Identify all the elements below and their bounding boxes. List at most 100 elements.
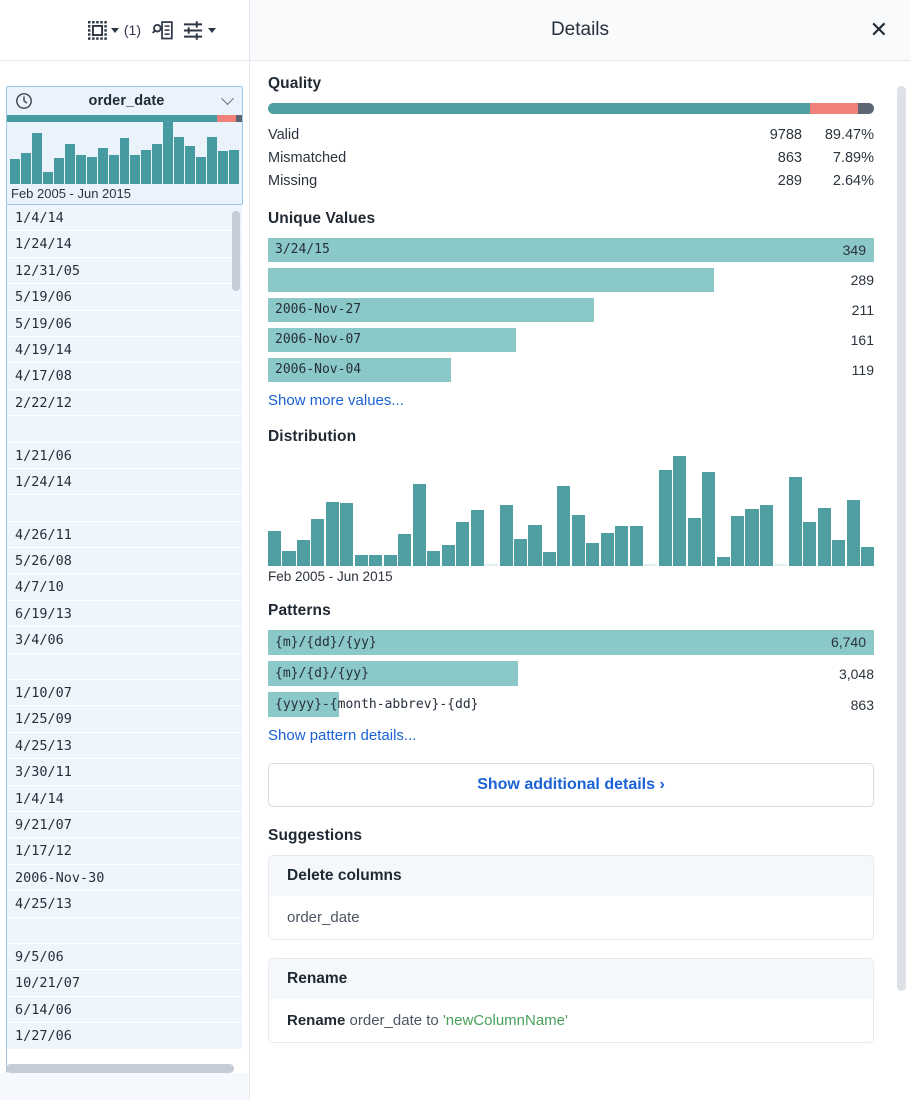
distribution-bar xyxy=(861,547,875,566)
values-horizontal-scrollbar[interactable] xyxy=(6,1064,243,1073)
selection-tool-group[interactable]: (1) xyxy=(87,20,141,40)
dashed-square-select-icon[interactable] xyxy=(87,20,107,40)
unique-value-label: 2006-Nov-27 xyxy=(275,302,362,317)
unique-value-row[interactable]: 2006-Nov-27 211 xyxy=(268,298,874,322)
quality-row-count: 863 xyxy=(777,149,802,166)
distribution-bar xyxy=(383,555,397,566)
details-vertical-scrollbar[interactable] xyxy=(897,86,906,991)
list-item[interactable] xyxy=(7,917,242,944)
show-pattern-details-link[interactable]: Show pattern details... xyxy=(268,727,416,744)
distribution-bar xyxy=(586,542,600,566)
distribution-bar xyxy=(499,505,513,566)
distribution-chart xyxy=(268,456,875,566)
distribution-bar xyxy=(268,530,282,566)
list-item[interactable]: 3/4/06 xyxy=(7,627,242,654)
list-item[interactable]: 2006-Nov-30 xyxy=(7,864,242,892)
list-item[interactable]: 3/30/11 xyxy=(7,759,242,786)
list-item[interactable]: 4/17/08 xyxy=(7,363,242,390)
quality-row-percent: 7.89% xyxy=(832,149,874,166)
suggestion-card-body[interactable]: order_date xyxy=(269,896,873,939)
list-item[interactable]: 1/27/06 xyxy=(7,1023,242,1050)
list-item[interactable]: 4/7/10 xyxy=(7,574,242,601)
pattern-row[interactable]: {m}/{d}/{yy} 3,048 xyxy=(268,661,874,686)
list-item[interactable]: 1/4/14 xyxy=(7,205,242,232)
quality-row-percent: 89.47% xyxy=(824,126,874,143)
list-item[interactable]: 9/5/06 xyxy=(7,943,242,971)
close-icon[interactable]: ✕ xyxy=(870,19,888,41)
quality-bar-segment xyxy=(810,103,858,114)
list-item[interactable]: 5/26/08 xyxy=(7,548,242,575)
suggestion-card-body[interactable]: Rename order_date to 'newColumnName' xyxy=(269,999,873,1042)
distribution-bar xyxy=(759,505,774,566)
unique-value-row[interactable]: 289 xyxy=(268,268,874,292)
list-item[interactable]: 6/19/13 xyxy=(7,600,242,628)
pattern-bar-wrap: {m}/{d}/{yy} xyxy=(268,661,820,686)
list-item[interactable]: 5/19/06 xyxy=(7,284,242,311)
list-item[interactable]: 1/4/14 xyxy=(7,785,242,812)
show-more-values-link[interactable]: Show more values... xyxy=(268,392,404,409)
quality-row-label: Missing xyxy=(268,172,318,189)
histogram-bar xyxy=(119,138,130,184)
list-item[interactable]: 4/25/13 xyxy=(7,891,242,918)
sliders-settings-icon[interactable] xyxy=(183,20,204,41)
chevron-down-icon[interactable] xyxy=(208,27,216,33)
unique-value-bar-wrap: 3/24/15 349 xyxy=(268,238,874,262)
distribution-bar xyxy=(296,540,311,566)
list-item[interactable]: 1/10/07 xyxy=(7,680,242,707)
histogram-bar xyxy=(10,159,20,184)
list-item[interactable]: 12/31/05 xyxy=(7,257,242,285)
list-item[interactable]: 1/25/09 xyxy=(7,706,242,733)
histogram-bar xyxy=(20,152,31,184)
list-item[interactable]: 5/19/06 xyxy=(7,310,242,337)
unique-value-count: 211 xyxy=(851,302,874,318)
column-range-label: Feb 2005 - Jun 2015 xyxy=(11,186,131,201)
scrollbar-thumb[interactable] xyxy=(6,1064,234,1073)
quality-bar-segment xyxy=(858,103,874,114)
distribution-bar xyxy=(528,525,542,566)
histogram-bar xyxy=(229,150,240,184)
chevron-down-icon[interactable] xyxy=(218,91,236,106)
list-item[interactable]: 2/22/12 xyxy=(7,389,242,417)
pattern-bar-wrap: {yyyy}-{month-abbrev}-{dd} xyxy=(268,692,820,717)
list-item[interactable] xyxy=(7,653,242,681)
distribution-bar xyxy=(832,540,846,566)
chevron-down-icon[interactable] xyxy=(110,27,119,33)
distribution-bar xyxy=(557,486,571,566)
unique-value-row[interactable]: 3/24/15 349 xyxy=(268,238,874,262)
suggestion-card[interactable]: Rename Rename order_date to 'newColumnNam… xyxy=(268,958,874,1043)
list-item[interactable]: 4/26/11 xyxy=(7,521,242,549)
column-header[interactable]: order_date xyxy=(7,87,242,115)
histogram-bar xyxy=(64,143,75,184)
page-title: Details xyxy=(550,19,610,40)
list-item[interactable]: 1/24/14 xyxy=(7,468,242,496)
suggestion-card[interactable]: Delete columns order_date xyxy=(268,855,874,940)
histogram-bar xyxy=(86,156,97,184)
list-item[interactable]: 4/25/13 xyxy=(7,732,242,760)
unique-value-bar-wrap xyxy=(268,268,828,292)
unique-value-row[interactable]: 2006-Nov-07 161 xyxy=(268,328,874,352)
left-pane-footer xyxy=(0,1073,249,1100)
list-item[interactable]: 1/17/12 xyxy=(7,838,242,865)
list-item[interactable]: 4/19/14 xyxy=(7,336,242,364)
show-additional-details-button[interactable]: Show additional details › xyxy=(268,763,874,807)
suggestions-heading: Suggestions xyxy=(268,827,363,844)
unique-value-row[interactable]: 2006-Nov-04 119 xyxy=(268,358,874,382)
pattern-row[interactable]: {m}/{dd}/{yy} 6,740 xyxy=(268,630,874,655)
list-item[interactable] xyxy=(7,416,242,443)
distribution-bar xyxy=(788,477,802,566)
list-item[interactable]: 1/24/14 xyxy=(7,231,242,258)
list-item[interactable] xyxy=(7,495,242,522)
quality-segment-mismatched xyxy=(217,115,236,122)
find-in-table-icon[interactable] xyxy=(152,20,173,41)
list-item[interactable]: 9/21/07 xyxy=(7,811,242,839)
list-item[interactable]: 1/21/06 xyxy=(7,442,242,469)
list-item[interactable]: 10/21/07 xyxy=(7,970,242,997)
pattern-row[interactable]: {yyyy}-{month-abbrev}-{dd} 863 xyxy=(268,692,874,717)
details-body: Quality Valid 9788 89.47% Mismatched 863 7.89… xyxy=(250,61,910,1100)
list-item[interactable]: 6/14/06 xyxy=(7,996,242,1024)
distribution-bar xyxy=(731,515,745,566)
column-values-list[interactable]: 1/4/14 1/24/14 12/31/05 5/19/06 5/19/06 4/19/… xyxy=(6,205,243,1073)
unique-value-count: 289 xyxy=(850,272,874,288)
values-vertical-scrollbar[interactable] xyxy=(232,211,240,291)
column-card[interactable]: order_date Feb 2005 - Jun 2015 xyxy=(6,86,243,205)
